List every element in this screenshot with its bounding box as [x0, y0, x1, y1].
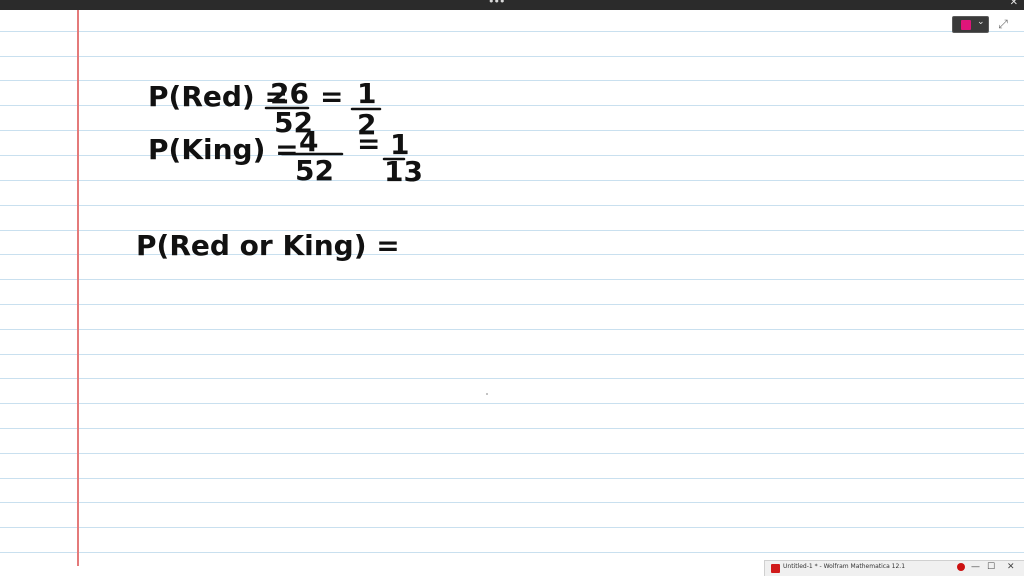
close-button[interactable]: ✕: [1007, 562, 1015, 572]
p-king-equals: =: [357, 127, 380, 160]
record-icon[interactable]: [957, 563, 965, 571]
p-red-simplified-numerator: 1: [357, 77, 376, 110]
taskbar-window-item[interactable]: Untitled-1 * - Wolfram Mathematica 12.1 …: [764, 560, 1024, 576]
taskbar-window-title: Untitled-1 * - Wolfram Mathematica 12.1: [783, 563, 906, 570]
equation-p-king: P(King) = 4 52 = 1 13: [148, 125, 423, 188]
title-bar: ••• ✕: [0, 0, 1024, 10]
p-red-or-king-label: P(Red or King) =: [136, 229, 400, 262]
p-red-equals: =: [320, 80, 343, 113]
minimize-button[interactable]: —: [971, 562, 980, 572]
pen-color-swatch[interactable]: [961, 20, 971, 30]
chevron-down-icon[interactable]: ⌄: [977, 17, 985, 27]
more-dots-icon[interactable]: •••: [488, 0, 505, 8]
p-king-label: P(King) =: [148, 133, 299, 166]
close-icon[interactable]: ✕: [1010, 0, 1018, 8]
equation-p-red: P(Red) = 26 52 = 1 2: [148, 77, 382, 141]
expand-icon[interactable]: ⤢: [996, 17, 1010, 31]
equation-p-red-or-king: P(Red or King) =: [136, 229, 400, 262]
mathematica-app-icon: [771, 564, 780, 573]
pen-color-picker[interactable]: ⌄: [952, 16, 989, 33]
notebook-canvas[interactable]: P(Red) = 26 52 = 1 2 P(King) = 4 52 = 1 …: [0, 10, 1024, 566]
taskbar: Untitled-1 * - Wolfram Mathematica 12.1 …: [0, 560, 1024, 576]
maximize-button[interactable]: ☐: [987, 562, 995, 572]
p-king-denominator: 52: [295, 154, 334, 187]
p-king-simplified-denominator: 13: [384, 155, 423, 188]
handwriting-layer: P(Red) = 26 52 = 1 2 P(King) = 4 52 = 1 …: [136, 77, 423, 262]
